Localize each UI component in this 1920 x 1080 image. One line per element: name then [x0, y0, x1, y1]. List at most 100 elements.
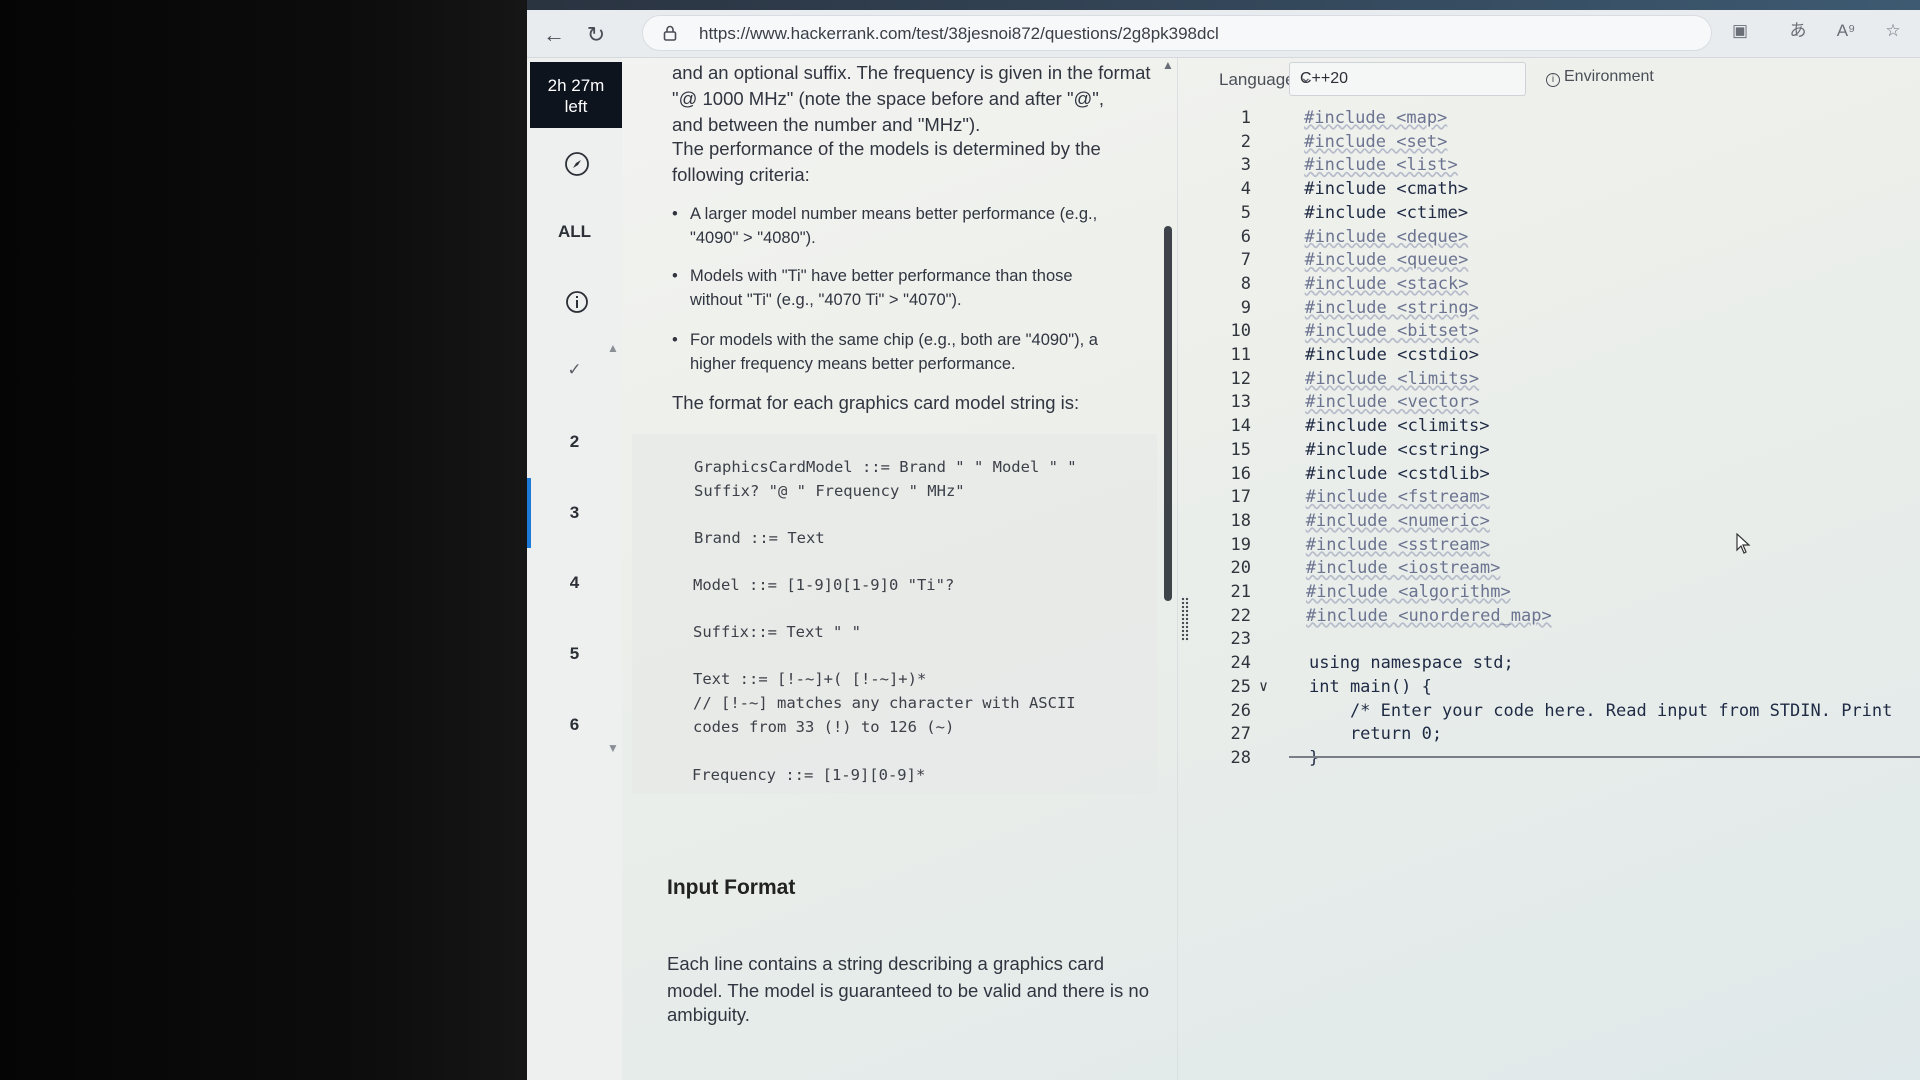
code-text[interactable]: #include <iostream> — [1306, 558, 1500, 578]
code-text[interactable]: #include <numeric> — [1306, 511, 1490, 531]
code-text[interactable]: #include <bitset> — [1305, 321, 1479, 341]
code-line[interactable]: 16 #include <cstdlib> — [1189, 464, 1920, 488]
question-nav-rail: 2h 27m left ALL ▲ ✓ 2 3 4 5 6 ▼ — [527, 58, 622, 1080]
code-text[interactable]: #include <cstring> — [1305, 440, 1489, 460]
line-number: 12 — [1230, 368, 1251, 389]
code-line[interactable]: 5 #include <ctime> — [1189, 203, 1920, 227]
problem-scrollbar[interactable] — [1164, 226, 1172, 601]
code-text[interactable]: #include <list> — [1304, 155, 1458, 175]
code-line[interactable]: 20 #include <iostream> — [1189, 558, 1920, 582]
code-text[interactable]: #include <cstdio> — [1305, 345, 1479, 365]
resize-handle[interactable] — [1181, 597, 1189, 641]
code-text[interactable]: #include <deque> — [1305, 227, 1469, 247]
code-line[interactable]: 19 #include <sstream> — [1189, 535, 1920, 559]
code-line[interactable]: 25 ∨ int main() { — [1189, 677, 1920, 701]
code-line[interactable]: 4 #include <cmath> — [1189, 179, 1920, 203]
code-text[interactable]: #include <vector> — [1305, 392, 1479, 412]
code-line[interactable]: 6 #include <deque> — [1189, 227, 1920, 251]
rail-scroll-down[interactable]: ▼ — [607, 741, 619, 755]
code-line[interactable]: 8 #include <stack> — [1189, 274, 1920, 298]
code-text[interactable]: #include <string> — [1305, 298, 1479, 318]
code-text[interactable]: #include <ctime> — [1304, 203, 1468, 223]
code-line[interactable]: 28} — [1189, 748, 1920, 772]
check-icon[interactable]: ✓ — [527, 360, 622, 380]
code-text[interactable]: #include <limits> — [1305, 369, 1479, 389]
question-nav-6[interactable]: 6 — [527, 715, 622, 735]
code-line[interactable]: 15 #include <cstring> — [1189, 440, 1920, 464]
code-line[interactable]: 10 #include <bitset> — [1189, 321, 1920, 345]
grammar-line: GraphicsCardModel ::= Brand " " Model " … — [694, 458, 1077, 476]
code-line[interactable]: 26 /* Enter your code here. Read input f… — [1189, 701, 1920, 725]
code-line[interactable]: 22 #include <unordered_map> — [1189, 606, 1920, 630]
question-nav-5[interactable]: 5 — [527, 644, 622, 664]
code-text[interactable]: #include <set> — [1304, 132, 1447, 152]
favorite-star-icon[interactable]: ☆ — [1880, 18, 1906, 44]
code-text[interactable]: /* Enter your code here. Read input from… — [1309, 701, 1892, 721]
environment-link[interactable]: i Environment — [1546, 68, 1654, 87]
line-number: 23 — [1230, 629, 1251, 650]
code-text[interactable]: #include <algorithm> — [1306, 582, 1511, 602]
code-line[interactable]: 3 #include <list> — [1189, 155, 1920, 179]
reload-icon[interactable]: ↻ — [583, 22, 609, 48]
code-text[interactable]: #include <sstream> — [1306, 535, 1490, 555]
code-line[interactable]: 23 — [1189, 629, 1920, 653]
code-line[interactable]: 27 return 0; — [1189, 724, 1920, 748]
code-text[interactable]: #include <cstdlib> — [1306, 464, 1490, 484]
grammar-line: Frequency ::= [1-9][0-9]* — [692, 766, 926, 784]
code-text[interactable]: return 0; — [1309, 724, 1442, 744]
list-item: A larger model number means better perfo… — [672, 202, 1122, 250]
read-aloud-icon[interactable]: A⁹ — [1833, 18, 1859, 44]
language-select[interactable]: C++20 ⌄ — [1289, 62, 1526, 96]
code-line[interactable]: 21 #include <algorithm> — [1189, 582, 1920, 606]
url-text[interactable]: https://www.hackerrank.com/test/38jesnoi… — [699, 24, 1219, 44]
code-line[interactable]: 18 #include <numeric> — [1189, 511, 1920, 535]
intro-line: "@ 1000 MHz" (note the space before and … — [672, 88, 1104, 109]
code-line[interactable]: 12 #include <limits> — [1189, 369, 1920, 393]
code-line[interactable]: 2 #include <set> — [1189, 132, 1920, 156]
rail-scroll-up[interactable]: ▲ — [607, 341, 619, 355]
translate-icon[interactable]: あ — [1785, 18, 1811, 44]
code-line[interactable]: 14 #include <climits> — [1189, 416, 1920, 440]
code-line[interactable]: 9 #include <string> — [1189, 298, 1920, 322]
code-text[interactable]: #include <cmath> — [1304, 179, 1468, 199]
code-text[interactable]: int main() { — [1309, 677, 1432, 697]
code-line[interactable]: 1 #include <map> — [1189, 108, 1920, 132]
pane-scroll-up[interactable]: ▲ — [1162, 58, 1174, 72]
intro-line: and an optional suffix. The frequency is… — [672, 62, 1151, 83]
line-number: 10 — [1230, 321, 1251, 342]
address-bar[interactable]: https://www.hackerrank.com/test/38jesnoi… — [642, 15, 1712, 51]
fold-chevron-icon[interactable]: ∨ — [1259, 677, 1268, 695]
code-line[interactable]: 24 using namespace std; — [1189, 653, 1920, 677]
question-filter-all[interactable]: ALL — [527, 222, 622, 242]
code-line[interactable]: 17 #include <fstream> — [1189, 487, 1920, 511]
timer-value: 2h 27m — [547, 76, 605, 95]
list-item: Models with "Ti" have better performance… — [672, 264, 1122, 312]
back-arrow-icon[interactable]: ← — [541, 22, 567, 48]
lock-icon[interactable] — [663, 25, 677, 41]
code-text[interactable]: #include <climits> — [1305, 416, 1489, 436]
code-line[interactable]: 7 #include <queue> — [1189, 250, 1920, 274]
environment-label[interactable]: Environment — [1564, 68, 1654, 85]
code-editor[interactable]: 1 #include <map> 2 #include <set> 3 #include … — [1189, 108, 1920, 808]
code-text[interactable]: #include <queue> — [1305, 250, 1469, 270]
code-line[interactable]: 11 #include <cstdio> — [1189, 345, 1920, 369]
line-number: 22 — [1230, 605, 1251, 626]
code-text[interactable]: #include <fstream> — [1306, 487, 1490, 507]
code-line[interactable]: 13 #include <vector> — [1189, 392, 1920, 416]
line-number: 6 — [1240, 226, 1251, 247]
chevron-down-icon[interactable]: ⌄ — [1300, 69, 1515, 86]
screen-bezel — [0, 0, 527, 1080]
time-remaining: 2h 27m left — [530, 62, 622, 128]
pane-splitter[interactable] — [1177, 58, 1189, 1080]
code-text[interactable]: #include <stack> — [1305, 274, 1469, 294]
camera-icon[interactable]: ▣ — [1727, 18, 1753, 44]
format-intro: The format for each graphics card model … — [672, 392, 1080, 413]
question-nav-4[interactable]: 4 — [527, 573, 622, 593]
info-icon[interactable] — [564, 289, 590, 315]
code-text[interactable]: using namespace std; — [1309, 653, 1514, 673]
question-nav-3[interactable]: 3 — [527, 503, 622, 523]
compass-icon[interactable] — [564, 151, 590, 177]
code-text[interactable]: #include <unordered_map> — [1306, 606, 1552, 626]
code-text[interactable]: #include <map> — [1304, 108, 1447, 128]
question-nav-2[interactable]: 2 — [527, 432, 622, 452]
